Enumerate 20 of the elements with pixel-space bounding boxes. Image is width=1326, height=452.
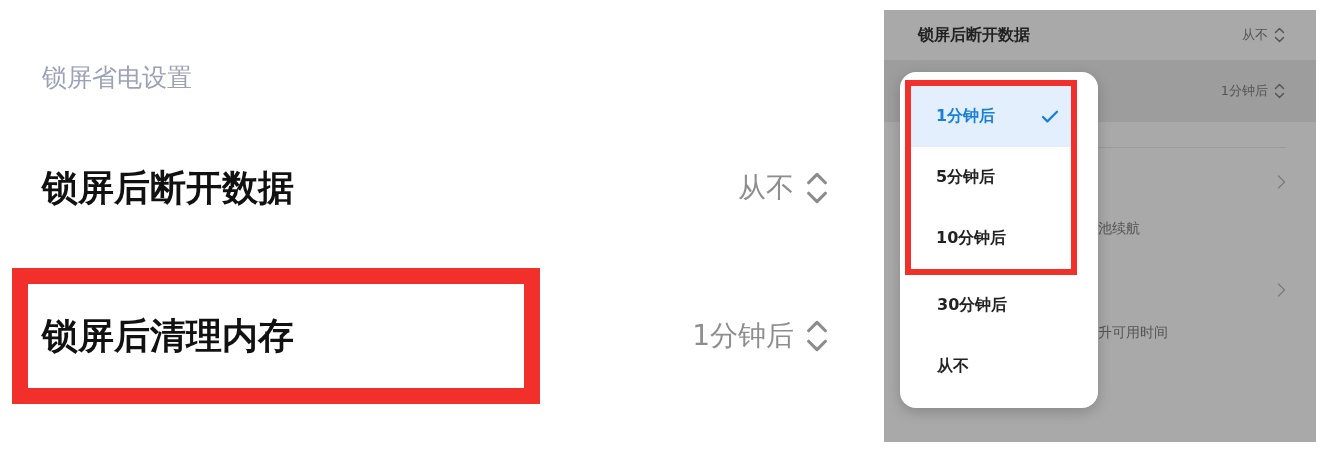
chevron-right-icon [1277, 282, 1286, 298]
dropdown-option[interactable]: 30分钟后 [905, 275, 1077, 336]
setting-value[interactable]: 从不 [1242, 26, 1268, 44]
chevron-right-icon [1277, 174, 1286, 190]
dropdown-option[interactable]: 5分钟后 [911, 147, 1071, 208]
dropdown-option[interactable]: 1分钟后 [911, 86, 1071, 147]
up-down-icon [1273, 25, 1286, 45]
up-down-icon [1273, 81, 1286, 101]
setting-label: 锁屏后断开数据 [42, 165, 294, 210]
setting-value[interactable]: 从不 [738, 169, 794, 207]
setting-description: 升可用时间 [1098, 324, 1168, 342]
dropdown-option[interactable]: 从不 [905, 336, 1077, 397]
setting-value[interactable]: 1分钟后 [692, 317, 794, 355]
check-icon [1041, 109, 1059, 124]
setting-description: 池续航 [1098, 220, 1140, 238]
setting-label: 锁屏后清理内存 [42, 313, 294, 358]
setting-value[interactable]: 1分钟后 [1220, 82, 1268, 100]
setting-label: 锁屏后断开数据 [918, 24, 1030, 46]
dropdown-option[interactable]: 10分钟后 [911, 208, 1071, 269]
section-title: 锁屏省电设置 [41, 62, 193, 94]
